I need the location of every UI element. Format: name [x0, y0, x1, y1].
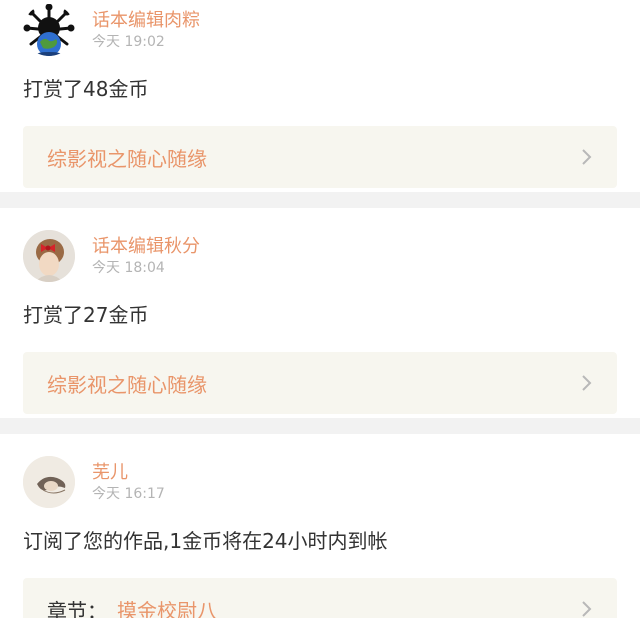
girl-red-bow-avatar-icon: [23, 230, 75, 282]
chevron-right-icon: [582, 375, 592, 391]
work-link[interactable]: 综影视之随心随缘: [23, 352, 617, 414]
user-name[interactable]: 芜儿: [92, 462, 165, 484]
notification-feed: 话本编辑肉粽 今天 19:02 打赏了48金币 综影视之随心随缘 话本编辑秋分 …: [0, 0, 640, 618]
avatar[interactable]: [23, 230, 75, 282]
work-title: 综影视之随心随缘: [47, 372, 207, 397]
sketch-portrait-avatar-icon: [23, 456, 75, 508]
user-name[interactable]: 话本编辑肉粽: [92, 10, 200, 32]
chapter-label: 章节：: [47, 598, 107, 618]
work-title: 综影视之随心随缘: [47, 146, 207, 171]
chevron-right-icon: [582, 601, 592, 617]
notification-card: 话本编辑肉粽 今天 19:02 打赏了48金币 综影视之随心随缘: [0, 0, 640, 192]
notification-header: 话本编辑肉粽 今天 19:02: [23, 4, 617, 60]
earth-virus-avatar-icon: [23, 4, 75, 56]
user-name[interactable]: 话本编辑秋分: [92, 236, 200, 258]
avatar[interactable]: [23, 456, 75, 508]
chapter-title: 摸金校尉八: [117, 598, 217, 618]
notification-message: 订阅了您的作品,1金币将在24小时内到帐: [23, 529, 388, 553]
notification-header: 话本编辑秋分 今天 18:04: [23, 230, 617, 286]
user-meta: 芜儿 今天 16:17: [92, 456, 165, 503]
user-meta: 话本编辑秋分 今天 18:04: [92, 230, 200, 277]
chevron-right-icon: [582, 149, 592, 165]
user-meta: 话本编辑肉粽 今天 19:02: [92, 4, 200, 51]
notification-header: 芜儿 今天 16:17: [23, 456, 617, 512]
timestamp: 今天 19:02: [92, 34, 165, 50]
notification-card: 话本编辑秋分 今天 18:04 打赏了27金币 综影视之随心随缘: [0, 208, 640, 418]
notification-message: 打赏了48金币: [23, 77, 149, 101]
work-link[interactable]: 综影视之随心随缘: [23, 126, 617, 188]
notification-card: 芜儿 今天 16:17 订阅了您的作品,1金币将在24小时内到帐 章节： 摸金校…: [0, 434, 640, 618]
chapter-link[interactable]: 章节： 摸金校尉八: [23, 578, 617, 618]
timestamp: 今天 18:04: [92, 260, 165, 276]
avatar[interactable]: [23, 4, 75, 56]
timestamp: 今天 16:17: [92, 486, 165, 502]
notification-message: 打赏了27金币: [23, 303, 149, 327]
